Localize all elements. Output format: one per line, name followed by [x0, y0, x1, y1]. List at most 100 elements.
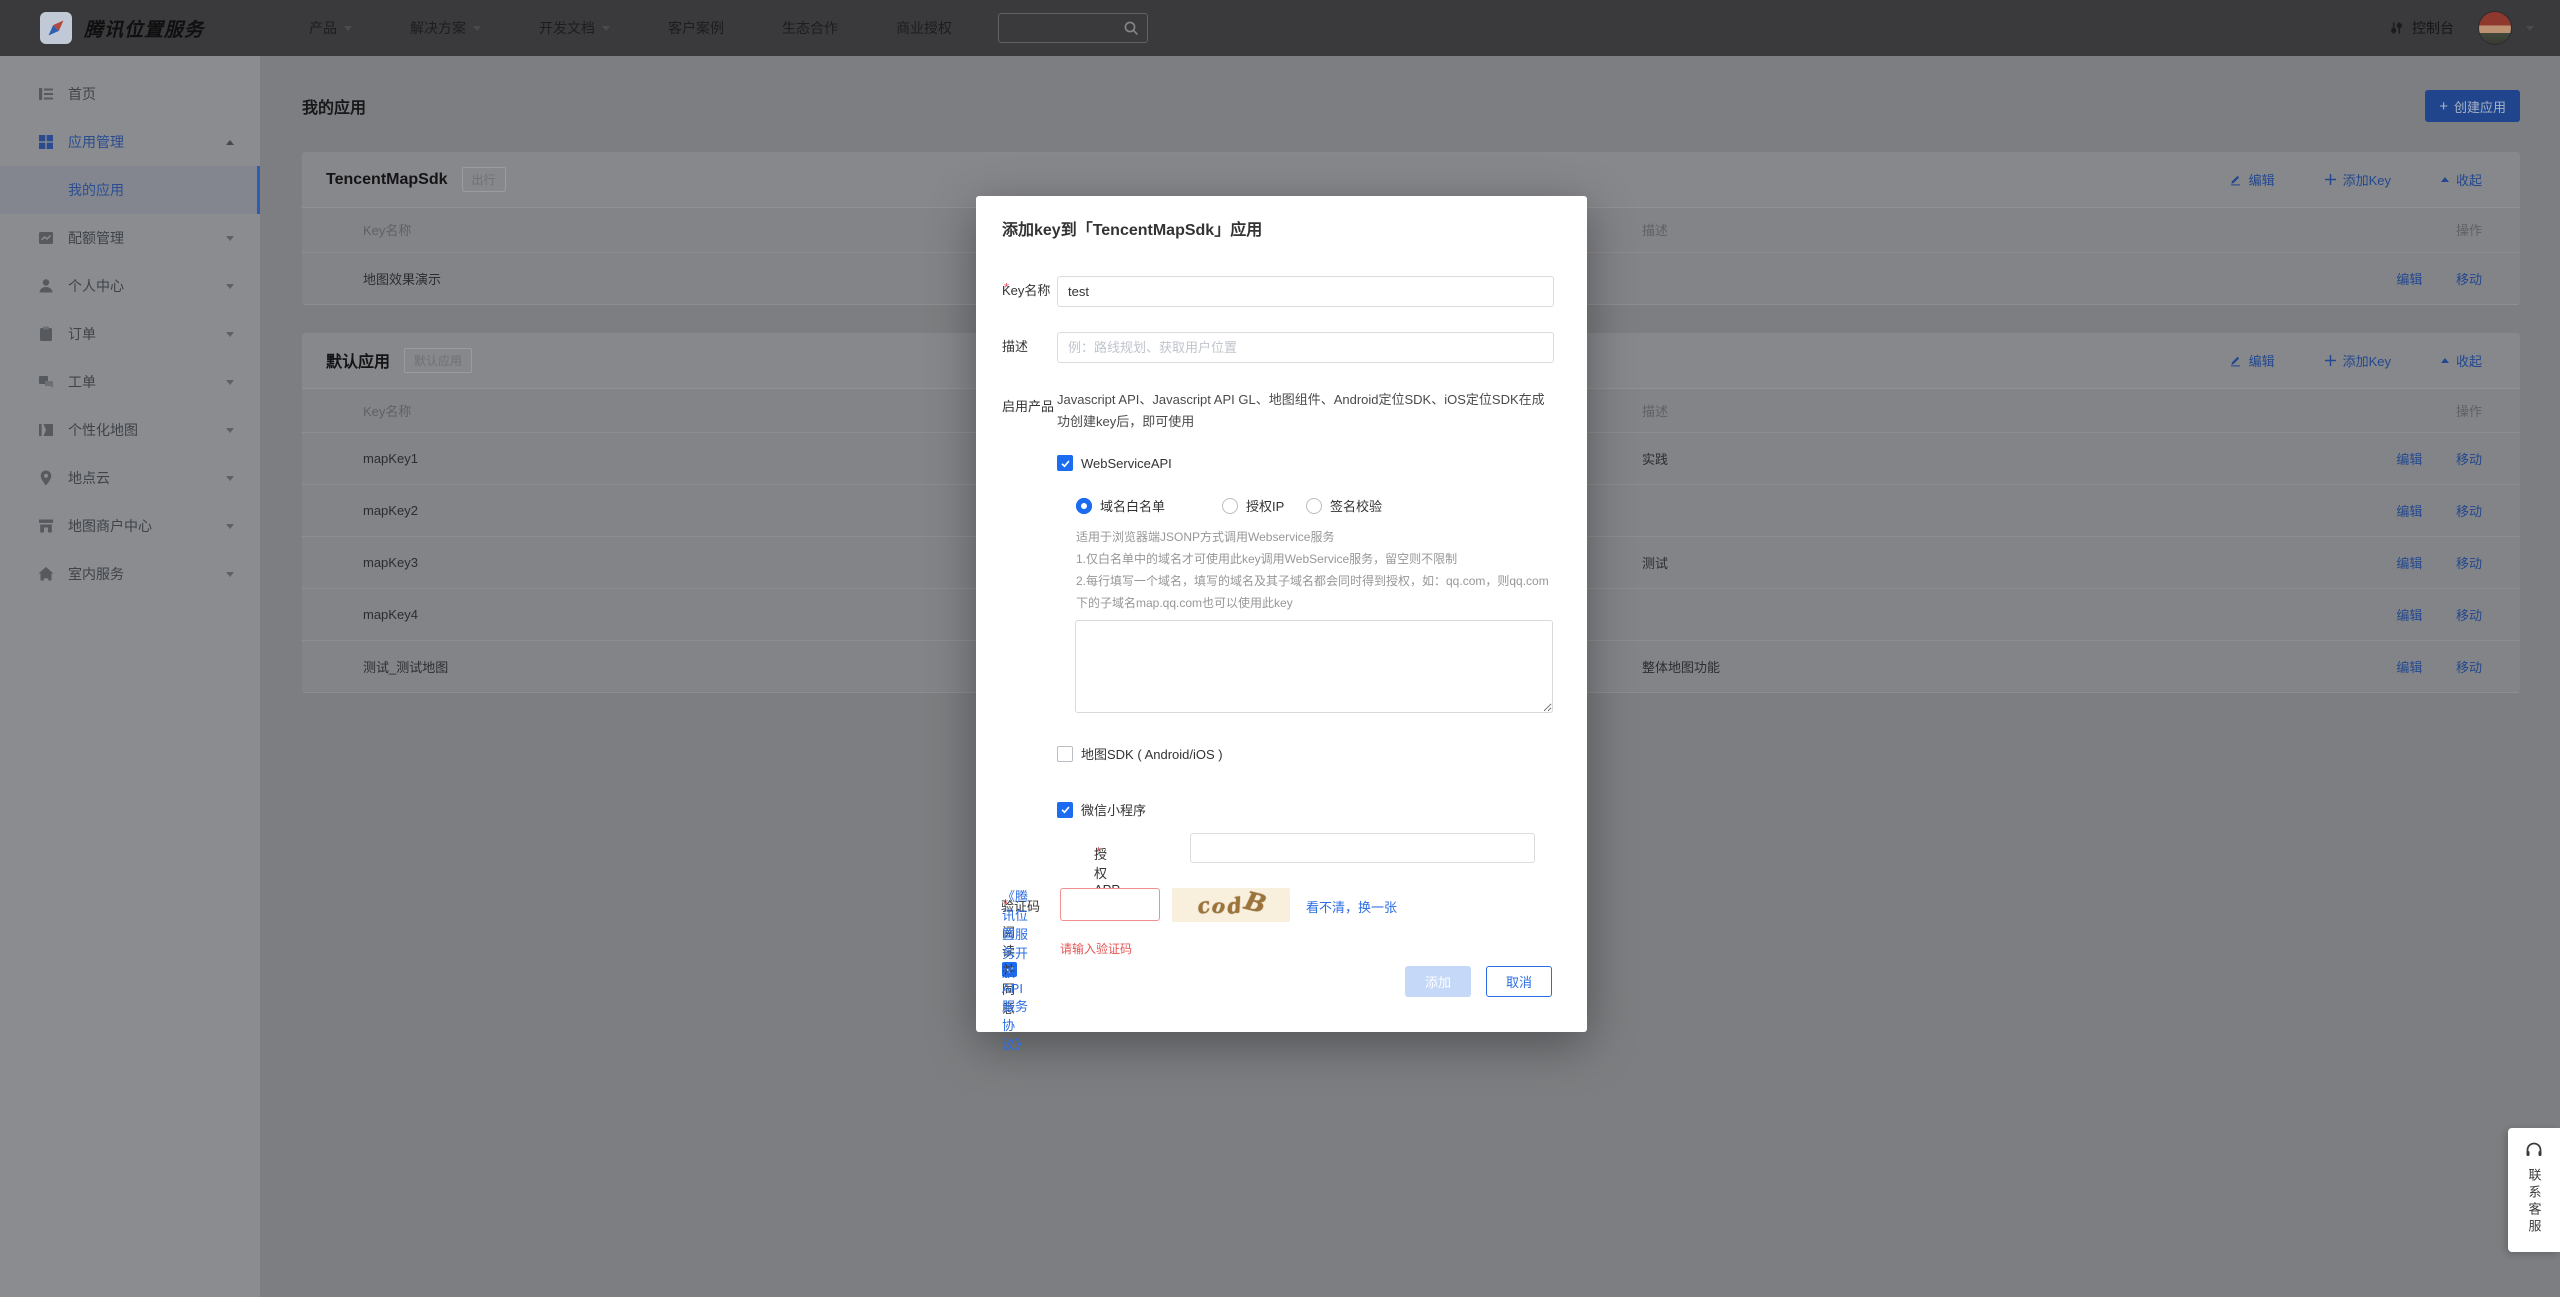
- sidebar-item-label: 首页: [68, 84, 96, 104]
- domain-whitelist-textarea[interactable]: [1075, 620, 1553, 713]
- sidebar-item-label: 工单: [68, 372, 96, 392]
- radio-signature-check[interactable]: 签名校验: [1306, 496, 1382, 515]
- chevron-down-icon[interactable]: [2526, 26, 2534, 31]
- app-badge: 默认应用: [404, 348, 472, 373]
- row-move-link[interactable]: 移动: [2456, 556, 2482, 571]
- chevron-down-icon: [226, 428, 234, 433]
- edit-app-button[interactable]: 编辑: [2229, 170, 2275, 189]
- search-icon[interactable]: [1123, 20, 1139, 41]
- row-move-link[interactable]: 移动: [2456, 504, 2482, 519]
- captcha-input[interactable]: [1060, 888, 1160, 921]
- add-key-button[interactable]: 添加Key: [2325, 351, 2391, 370]
- sidebar-item-quota[interactable]: 配额管理: [0, 214, 260, 262]
- top-navbar: 腾讯位置服务 产品 解决方案 开发文档 客户案例 生态合作 商业授权: [0, 0, 2560, 56]
- collapse-button[interactable]: 收起: [2441, 351, 2482, 370]
- column-header-actions: 操作: [2260, 389, 2520, 433]
- webservice-checkbox[interactable]: [1057, 455, 1073, 471]
- nav-item-eco[interactable]: 生态合作: [782, 18, 838, 38]
- merchant-icon: [36, 516, 56, 536]
- mapsdk-label: 地图SDK ( Android/iOS ): [1081, 744, 1223, 763]
- key-desc: 实践: [1642, 433, 2260, 485]
- chevron-down-icon: [344, 26, 352, 31]
- agreement-link[interactable]: 《腾讯位置服务开放API服务协议》: [1002, 886, 1028, 1053]
- chevron-down-icon: [602, 26, 610, 31]
- column-header-desc: 描述: [1642, 208, 2260, 252]
- key-desc: [1642, 589, 2260, 641]
- captcha-refresh-link[interactable]: 看不清，换一张: [1306, 897, 1397, 916]
- contact-label: 联系客服: [2525, 1168, 2544, 1236]
- brand-logo[interactable]: 腾讯位置服务: [40, 12, 204, 44]
- appid-input[interactable]: [1190, 833, 1535, 863]
- nav-item-cases[interactable]: 客户案例: [668, 18, 724, 38]
- sidebar-item-merchant-center[interactable]: 地图商户中心: [0, 502, 260, 550]
- nav-item-products[interactable]: 产品: [309, 18, 352, 38]
- key-desc: [1642, 252, 2260, 304]
- sidebar-item-orders[interactable]: 订单: [0, 310, 260, 358]
- sidebar-subitem-label: 我的应用: [68, 180, 124, 200]
- radio-unselected-icon: [1306, 498, 1322, 514]
- desc-input[interactable]: [1057, 332, 1554, 363]
- row-edit-link[interactable]: 编辑: [2396, 504, 2422, 519]
- tickets-icon: [36, 372, 56, 392]
- row-edit-link[interactable]: 编辑: [2396, 452, 2422, 467]
- edit-app-button[interactable]: 编辑: [2229, 351, 2275, 370]
- contact-support-tab[interactable]: 联系客服: [2508, 1128, 2560, 1252]
- wechat-checkbox[interactable]: [1057, 802, 1073, 818]
- key-desc: [1642, 485, 2260, 537]
- chevron-down-icon: [473, 26, 481, 31]
- keyname-input[interactable]: [1057, 276, 1554, 307]
- console-link[interactable]: 控制台: [2389, 18, 2454, 38]
- sidebar-item-tickets[interactable]: 工单: [0, 358, 260, 406]
- sidebar-item-custom-map[interactable]: 个性化地图: [0, 406, 260, 454]
- app-name: 默认应用: [326, 348, 390, 372]
- nav-item-solutions[interactable]: 解决方案: [410, 18, 481, 38]
- sidebar-item-place-cloud[interactable]: 地点云: [0, 454, 260, 502]
- custom-map-icon: [36, 420, 56, 440]
- radio-unselected-icon: [1222, 498, 1238, 514]
- plus-icon: [2325, 174, 2336, 185]
- row-move-link[interactable]: 移动: [2456, 452, 2482, 467]
- nav-item-docs[interactable]: 开发文档: [539, 18, 610, 38]
- radio-authorized-ip[interactable]: 授权IP: [1222, 496, 1284, 515]
- nav-item-label: 解决方案: [410, 18, 466, 38]
- cancel-button[interactable]: 取消: [1486, 966, 1552, 997]
- row-edit-link[interactable]: 编辑: [2396, 556, 2422, 571]
- console-label: 控制台: [2412, 18, 2454, 38]
- create-app-button[interactable]: + 创建应用: [2425, 90, 2520, 122]
- plus-icon: [2325, 355, 2336, 366]
- column-header-desc: 描述: [1642, 389, 2260, 433]
- nav-item-label: 开发文档: [539, 18, 595, 38]
- sidebar-item-label: 地点云: [68, 468, 110, 488]
- add-button[interactable]: 添加: [1405, 966, 1471, 997]
- nav-item-label: 商业授权: [896, 18, 952, 38]
- chevron-down-icon: [226, 524, 234, 529]
- row-edit-link[interactable]: 编辑: [2396, 608, 2422, 623]
- sliders-icon: [2389, 20, 2404, 36]
- collapse-button[interactable]: 收起: [2441, 170, 2482, 189]
- search-input[interactable]: [999, 21, 1215, 36]
- row-move-link[interactable]: 移动: [2456, 608, 2482, 623]
- nav-item-license[interactable]: 商业授权: [896, 18, 952, 38]
- chevron-down-icon: [226, 332, 234, 337]
- pencil-icon: [2229, 354, 2242, 367]
- whitelist-notes: 适用于浏览器端JSONP方式调用Webservice服务 1.仅白名单中的域名才…: [1076, 526, 1556, 614]
- sidebar-item-my-apps[interactable]: 我的应用: [0, 166, 260, 214]
- add-key-button[interactable]: 添加Key: [2325, 170, 2391, 189]
- row-move-link[interactable]: 移动: [2456, 272, 2482, 287]
- row-move-link[interactable]: 移动: [2456, 660, 2482, 675]
- sidebar-item-profile[interactable]: 个人中心: [0, 262, 260, 310]
- row-edit-link[interactable]: 编辑: [2396, 660, 2422, 675]
- wechat-checkbox-row: 微信小程序: [1057, 800, 1146, 819]
- captcha-image[interactable]: c o d B: [1172, 888, 1290, 922]
- sidebar-item-indoor[interactable]: 室内服务: [0, 550, 260, 598]
- radio-domain-whitelist[interactable]: 域名白名单: [1076, 496, 1165, 515]
- sidebar-item-app-management[interactable]: 应用管理: [0, 118, 260, 166]
- avatar[interactable]: [2478, 11, 2512, 45]
- row-edit-link[interactable]: 编辑: [2396, 272, 2422, 287]
- check-icon: [1060, 458, 1071, 469]
- sidebar-item-home[interactable]: 首页: [0, 70, 260, 118]
- keyname-label: Key名称*: [1002, 280, 1009, 295]
- wechat-label: 微信小程序: [1081, 800, 1146, 819]
- sidebar-item-label: 室内服务: [68, 564, 124, 584]
- mapsdk-checkbox[interactable]: [1057, 746, 1073, 762]
